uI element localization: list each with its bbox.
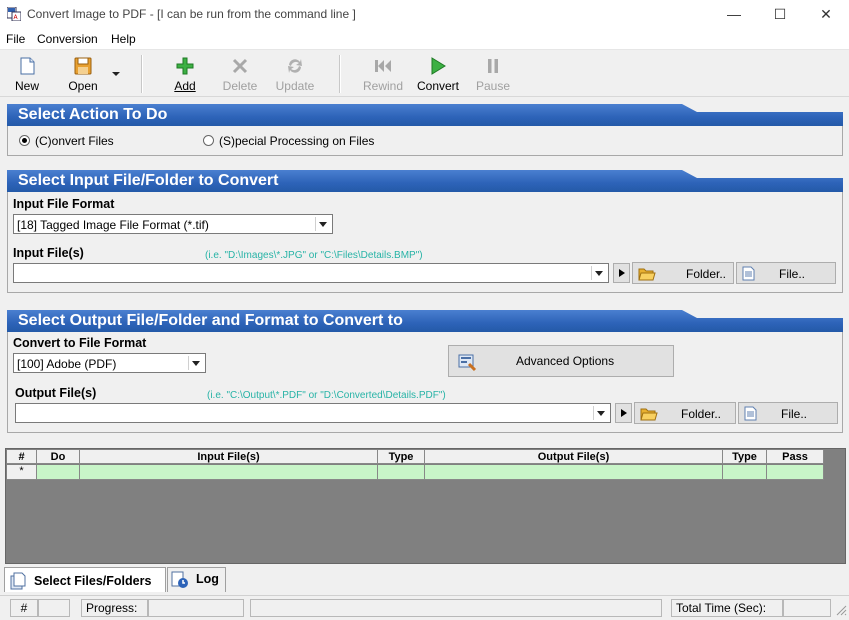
action-section-header: Select Action To Do [7, 104, 843, 126]
chevron-down-icon [593, 406, 608, 420]
toolbar-separator [339, 55, 341, 93]
input-format-label: Input File Format [13, 197, 115, 211]
grid-cell[interactable] [767, 465, 824, 480]
toolbar-separator [141, 55, 143, 93]
update-button[interactable]: Update [273, 54, 317, 94]
chevron-down-icon [188, 356, 203, 370]
input-folder-button[interactable]: Folder.. [632, 262, 734, 284]
convert-button[interactable]: Convert [414, 54, 462, 94]
chevron-down-icon [315, 217, 330, 231]
status-progress-label: Progress: [81, 599, 148, 617]
delete-button[interactable]: Delete [219, 54, 261, 94]
new-file-icon [17, 56, 37, 76]
minimize-button[interactable]: — [711, 0, 757, 30]
grid-new-row-marker: * [7, 465, 37, 480]
grid-cell[interactable] [723, 465, 767, 480]
grid-header-pass[interactable]: Pass [767, 450, 824, 464]
status-total-time-value [783, 599, 831, 617]
convert-files-radio[interactable] [19, 135, 30, 146]
output-format-select[interactable]: [100] Adobe (PDF) [13, 353, 206, 373]
menu-conversion[interactable]: Conversion [37, 32, 98, 46]
open-folder-icon [640, 406, 658, 424]
close-button[interactable]: ✕ [803, 0, 849, 30]
tab-log[interactable]: Log [167, 567, 226, 592]
files-stack-icon [9, 572, 27, 593]
open-folder-icon [638, 266, 656, 284]
status-count-value [38, 599, 70, 617]
input-files-combo[interactable] [13, 263, 609, 283]
maximize-button[interactable]: ☐ [757, 0, 803, 30]
status-message [250, 599, 662, 617]
app-icon: A [6, 6, 22, 22]
grid-header-output-files[interactable]: Output File(s) [425, 450, 723, 464]
document-icon [744, 406, 758, 424]
input-section-header: Select Input File/Folder to Convert [7, 170, 843, 192]
pause-icon [483, 56, 503, 76]
tab-select-files[interactable]: Select Files/Folders [4, 567, 166, 592]
log-clock-icon [171, 571, 189, 592]
title-bar: A Convert Image to PDF - [I can be run f… [0, 0, 849, 30]
output-section-header: Select Output File/Folder and Format to … [7, 310, 843, 332]
input-files-hint: (i.e. "D:\Images\*.JPG" or "C:\Files\Det… [205, 250, 423, 261]
floppy-disk-icon [73, 56, 93, 76]
chevron-down-icon [591, 266, 606, 280]
window-title: Convert Image to PDF - [I can be run fro… [27, 7, 356, 21]
grid-cell[interactable] [425, 465, 723, 480]
play-icon [428, 56, 448, 76]
output-files-combo[interactable] [15, 403, 611, 423]
toolbar: New Open Add Delete Update Rewind Conver… [0, 50, 849, 97]
menu-help[interactable]: Help [111, 32, 136, 46]
open-dropdown-arrow-icon[interactable] [110, 68, 122, 78]
refresh-icon [285, 56, 305, 76]
new-button[interactable]: New [8, 54, 46, 94]
menu-file[interactable]: File [6, 32, 25, 46]
input-file-button[interactable]: File.. [736, 262, 836, 284]
input-section-box: Input File Format [18] Tagged Image File… [7, 192, 843, 293]
output-files-label: Output File(s) [15, 386, 97, 400]
add-plus-icon [175, 56, 195, 76]
output-files-hint: (i.e. "C:\Output\*.PDF" or "D:\Converted… [207, 390, 446, 401]
add-button[interactable]: Add [166, 54, 204, 94]
convert-files-label[interactable]: (C)onvert Files [35, 134, 114, 148]
advanced-options-button[interactable]: Advanced Options [448, 345, 674, 377]
output-files-go-button[interactable] [615, 403, 632, 423]
document-icon [742, 266, 756, 284]
open-button[interactable]: Open [64, 54, 102, 94]
input-files-label: Input File(s) [13, 246, 84, 260]
grid-header-input-files[interactable]: Input File(s) [80, 450, 378, 464]
output-format-label: Convert to File Format [13, 336, 147, 350]
grid-header-input-type[interactable]: Type [378, 450, 425, 464]
menu-bar: File Conversion Help [0, 30, 849, 50]
delete-x-icon [230, 56, 250, 76]
output-section-box: Convert to File Format [100] Adobe (PDF)… [7, 332, 843, 433]
files-grid[interactable]: # Do Input File(s) Type Output File(s) T… [5, 448, 846, 564]
grid-header-output-type[interactable]: Type [723, 450, 767, 464]
action-section-box: (C)onvert Files (S)pecial Processing on … [7, 126, 843, 156]
status-total-time-label: Total Time (Sec): [671, 599, 783, 617]
special-processing-label[interactable]: (S)pecial Processing on Files [219, 134, 374, 148]
output-folder-button[interactable]: Folder.. [634, 402, 736, 424]
grid-cell[interactable] [37, 465, 80, 480]
input-files-go-button[interactable] [613, 263, 630, 283]
input-format-select[interactable]: [18] Tagged Image File Format (*.tif) [13, 214, 333, 234]
status-progress-value [148, 599, 244, 617]
grid-header-do[interactable]: Do [37, 450, 80, 464]
rewind-icon [373, 56, 393, 76]
settings-tools-icon [457, 352, 477, 375]
pause-button[interactable]: Pause [474, 54, 512, 94]
grid-cell[interactable] [378, 465, 425, 480]
rewind-button[interactable]: Rewind [362, 54, 404, 94]
grid-header-number[interactable]: # [7, 450, 37, 464]
status-count-label: # [10, 599, 38, 617]
special-processing-radio[interactable] [203, 135, 214, 146]
resize-grip-icon[interactable] [835, 604, 847, 619]
output-file-button[interactable]: File.. [738, 402, 838, 424]
grid-cell[interactable] [80, 465, 378, 480]
status-bar: # Progress: Total Time (Sec): [0, 595, 849, 620]
